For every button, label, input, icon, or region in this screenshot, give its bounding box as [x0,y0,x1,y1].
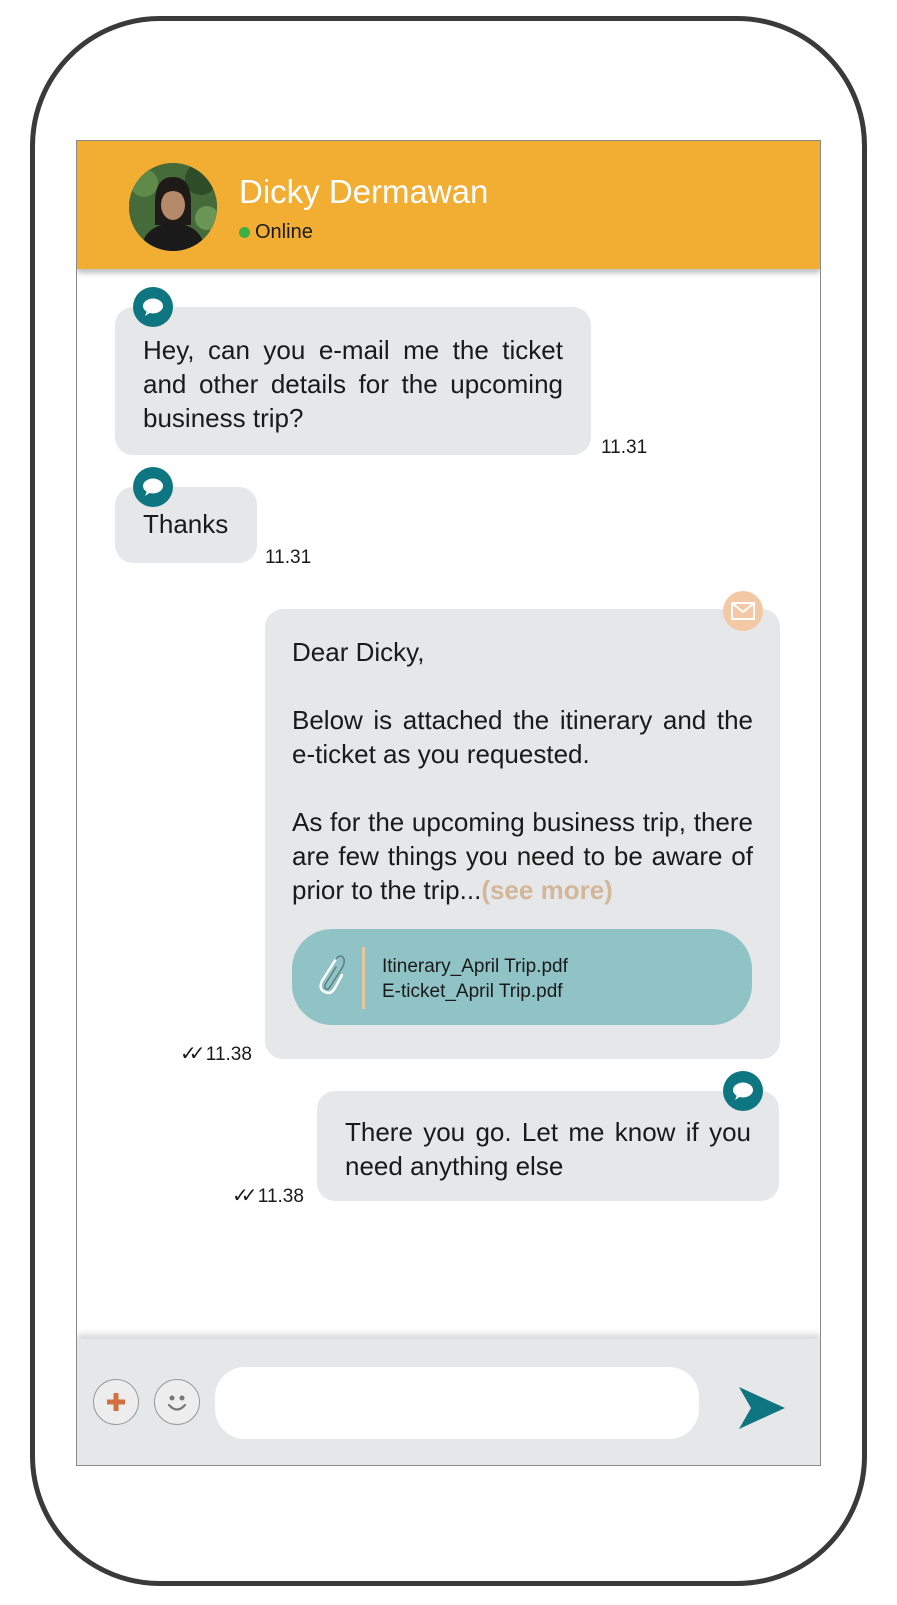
plus-icon [107,1393,125,1411]
message-bubble-incoming[interactable]: Hey, can you e-mail me the ticket and ot… [115,307,591,455]
attachment-card[interactable]: Itinerary_April Trip.pdf E-ticket_April … [292,929,752,1025]
attachment-file[interactable]: E-ticket_April Trip.pdf [382,979,568,1004]
paperclip-icon [319,955,345,995]
message-text: Hey, can you e-mail me the ticket and ot… [143,335,563,433]
chat-screen: Dicky Dermawan Online Hey, can you e-mai… [76,140,821,1466]
send-button[interactable] [737,1385,787,1431]
contact-name: Dicky Dermawan [239,173,489,210]
email-greeting: Dear Dicky, [292,637,425,667]
message-text: Thanks [143,509,229,539]
attachment-divider [362,947,365,1009]
message-time: 11.31 [265,547,312,568]
avatar[interactable] [129,163,217,251]
message-text: There you go. Let me know if you need an… [345,1117,751,1181]
attachment-list: Itinerary_April Trip.pdf E-ticket_April … [382,954,568,1004]
message-time: ✓✓ 11.38 [232,1183,304,1208]
chat-bubble-icon [133,287,173,327]
message-time: ✓✓ 11.38 [180,1041,252,1066]
read-check-icon: ✓✓ [180,1043,205,1065]
message-input[interactable] [215,1367,699,1439]
attach-button[interactable] [93,1379,139,1425]
emoji-icon [167,1395,187,1411]
email-message-bubble[interactable]: Dear Dicky, Below is attached the itiner… [265,609,780,1059]
message-time-label: 11.38 [257,1186,304,1207]
message-bubble-outgoing[interactable]: There you go. Let me know if you need an… [317,1091,779,1201]
attachment-file[interactable]: Itinerary_April Trip.pdf [382,954,568,979]
online-status: Online [239,221,313,244]
chat-bubble-icon [133,467,173,507]
message-time: 11.31 [601,437,648,458]
status-dot [239,227,250,238]
message-time-label: 11.38 [205,1044,252,1065]
status-label: Online [255,221,313,243]
send-icon [739,1387,785,1429]
see-more-link[interactable]: (see more) [481,875,613,905]
email-paragraph: As for the upcoming business trip, there… [292,805,753,907]
emoji-button[interactable] [154,1379,200,1425]
mail-icon [723,591,763,631]
read-check-icon: ✓✓ [232,1185,257,1207]
chat-header: Dicky Dermawan Online [77,141,820,269]
email-paragraph: Below is attached the itinerary and the … [292,705,753,769]
chat-bubble-icon [723,1071,763,1111]
message-input-bar [77,1339,820,1465]
